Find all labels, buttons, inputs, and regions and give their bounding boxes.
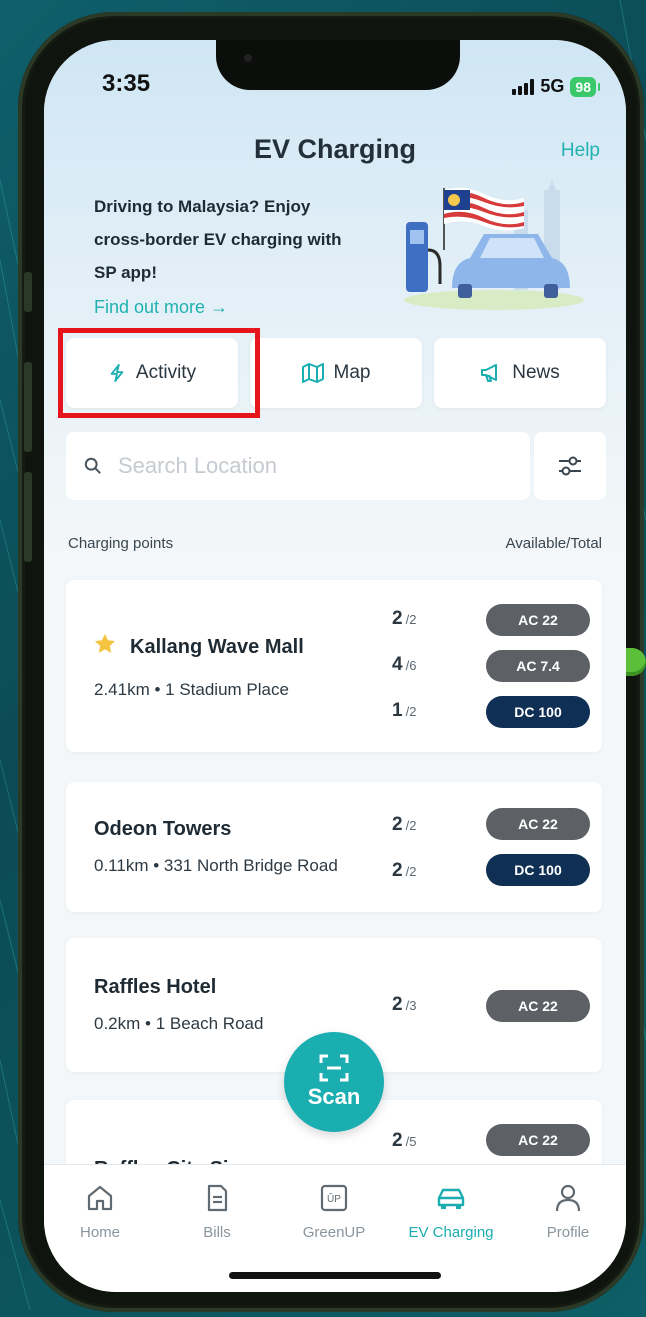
activity-highlight-box — [58, 328, 260, 418]
home-indicator — [229, 1272, 441, 1279]
list-header-right: Available/Total — [505, 535, 602, 552]
station-name: Raffles Hotel — [94, 976, 217, 998]
charger-type-badge: AC 22 — [486, 604, 590, 636]
charger-type-badge: AC 7.4 — [486, 650, 590, 682]
search-row: Search Location — [66, 432, 606, 500]
station-detail: 2.41km • 1 Stadium Place — [94, 680, 289, 699]
app-screen: 3:35 5G 98 EV Charging Help Driving to M… — [44, 40, 626, 1292]
tab-profile-label: Profile — [546, 1224, 590, 1241]
find-out-more-link[interactable]: Find out more → — [94, 297, 228, 318]
station-card[interactable]: Kallang Wave Mall 2.41km • 1 Stadium Pla… — [66, 580, 602, 752]
megaphone-icon — [481, 364, 498, 382]
star-icon — [94, 633, 116, 653]
charger-type-badge: AC 22 — [486, 1124, 590, 1156]
station-name: Kallang Wave Mall — [130, 636, 304, 658]
map-label: Map — [333, 362, 371, 383]
bills-icon — [207, 1184, 228, 1212]
tab-bills[interactable]: Bills — [167, 1183, 267, 1241]
news-label: News — [512, 362, 560, 383]
network-label: 5G — [540, 76, 565, 96]
greenup-icon: ÛP — [320, 1184, 348, 1212]
availability: 1/2 — [392, 700, 417, 721]
availability: 2/2 — [392, 608, 417, 629]
list-header-left: Charging points — [68, 535, 174, 552]
promo-text: Driving to Malaysia? Enjoy cross-border … — [94, 197, 342, 282]
charger-type-badge: AC 22 — [486, 990, 590, 1022]
charger-type-badge: DC 100 — [486, 854, 590, 886]
signal-icon — [512, 78, 535, 95]
charger-type-badge: AC 22 — [486, 808, 590, 840]
status-indicators: 5G 98 — [512, 76, 600, 97]
filter-button[interactable] — [534, 432, 606, 500]
availability: 2/3 — [392, 994, 417, 1015]
help-link[interactable]: Help — [561, 140, 600, 162]
availability: 4/6 — [392, 654, 417, 675]
news-button[interactable]: News — [434, 338, 606, 408]
svg-text:ÛP: ÛP — [327, 1192, 341, 1205]
filter-icon — [559, 456, 581, 476]
tab-home-label: Home — [79, 1224, 120, 1241]
tab-profile[interactable]: Profile — [518, 1183, 618, 1241]
profile-icon — [555, 1184, 581, 1212]
camera-notch — [216, 40, 460, 90]
station-name: Odeon Towers — [94, 818, 232, 840]
map-button[interactable]: Map — [250, 338, 422, 408]
station-detail: 0.11km • 331 North Bridge Road — [94, 856, 338, 875]
map-icon — [301, 363, 324, 383]
tab-home[interactable]: Home — [50, 1183, 150, 1241]
list-header: Charging points Available/Total — [68, 535, 602, 552]
side-button — [24, 362, 32, 452]
home-icon — [87, 1185, 113, 1211]
page-title: EV Charging — [253, 134, 416, 164]
search-icon — [84, 457, 101, 474]
search-placeholder: Search Location — [118, 453, 277, 478]
promo-illustration — [404, 180, 584, 310]
battery-icon: 98 — [570, 76, 600, 97]
tab-ev-charging[interactable]: EV Charging — [401, 1183, 501, 1241]
availability: 2/5 — [392, 1130, 417, 1151]
station-detail: 0.2km • 1 Beach Road — [94, 1014, 264, 1033]
tab-greenup-label: GreenUP — [302, 1224, 366, 1241]
availability: 2/2 — [392, 860, 417, 881]
tab-bills-label: Bills — [203, 1224, 231, 1241]
search-input[interactable]: Search Location — [66, 432, 530, 500]
scan-button[interactable]: Scan — [284, 1032, 384, 1132]
car-icon — [437, 1188, 465, 1209]
tab-greenup[interactable]: ÛP GreenUP — [284, 1183, 384, 1241]
side-button — [24, 472, 32, 562]
scan-icon — [319, 1054, 349, 1082]
tab-ev-charging-label: EV Charging — [408, 1224, 494, 1241]
scan-label: Scan — [307, 1084, 361, 1109]
station-card[interactable]: Odeon Towers 0.11km • 331 North Bridge R… — [66, 782, 602, 912]
availability: 2/2 — [392, 814, 417, 835]
status-time: 3:35 — [102, 70, 151, 97]
side-button — [24, 272, 32, 312]
charger-type-badge: DC 100 — [486, 696, 590, 728]
